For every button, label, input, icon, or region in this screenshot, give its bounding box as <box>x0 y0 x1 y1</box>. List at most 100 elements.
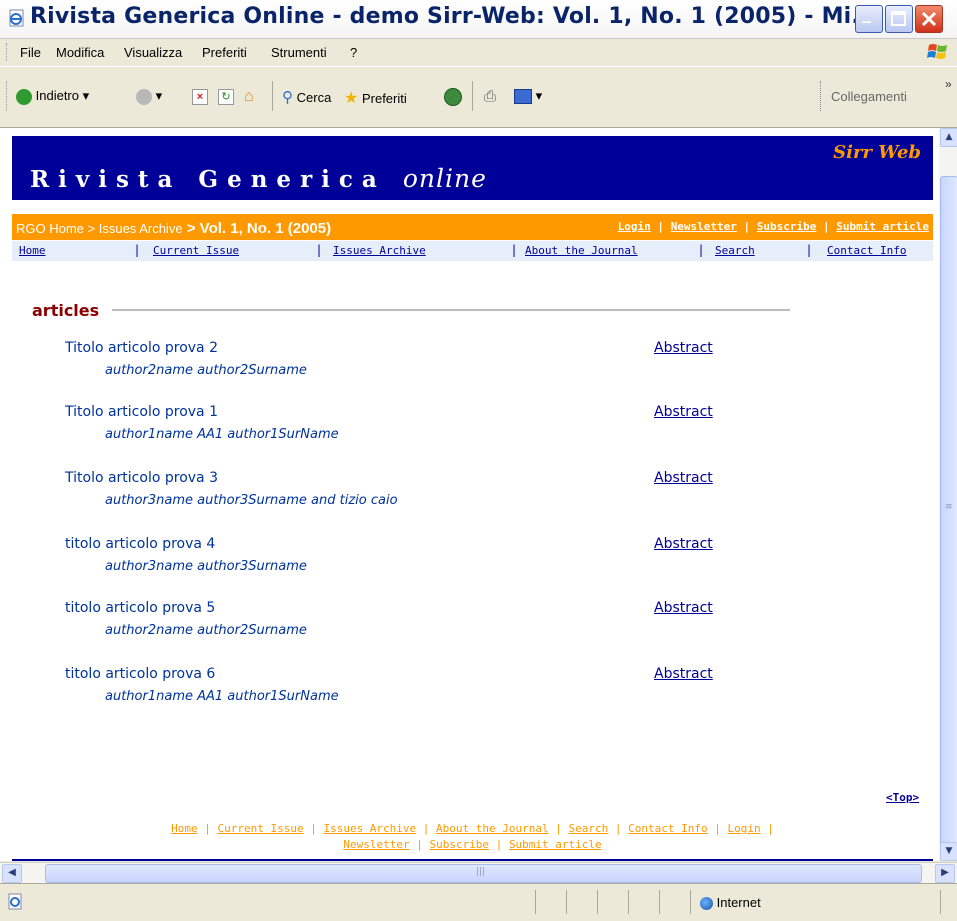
star-icon: ★ <box>344 90 359 107</box>
toolbar-separator <box>272 81 273 111</box>
close-icon <box>921 11 937 27</box>
footer-subscribe[interactable]: Subscribe <box>429 838 489 851</box>
page-status-icon <box>8 893 22 910</box>
browser-toolbar: Indietro ▾ ▾ × ↻ ⌂ ⚲ Cerca ★ Preferiti ⎙… <box>0 67 957 128</box>
print-button[interactable]: ⎙ <box>484 88 496 105</box>
close-button[interactable] <box>915 5 943 33</box>
history-button[interactable] <box>444 88 462 106</box>
footer-about[interactable]: About the Journal <box>436 822 549 835</box>
nav-divider: | <box>317 243 322 257</box>
status-cell <box>659 890 660 914</box>
scroll-right-button[interactable]: ▶ <box>935 864 955 883</box>
menu-strumenti[interactable]: Strumenti <box>271 45 327 60</box>
status-cell <box>597 890 598 914</box>
nav-about[interactable]: About the Journal <box>525 244 638 257</box>
scroll-up-button[interactable]: ▲ <box>940 128 957 147</box>
breadcrumb-bar: RGO Home > Issues Archive > Vol. 1, No. … <box>12 214 933 240</box>
article-authors: author2name author2Surname <box>105 363 307 378</box>
footer-login[interactable]: Login <box>728 822 761 835</box>
site-tagline: Sirr Web <box>833 142 921 163</box>
menu-modifica[interactable]: Modifica <box>56 45 104 60</box>
article-authors: author2name author2Surname <box>105 623 307 638</box>
vertical-scroll-thumb[interactable]: ≡ <box>940 176 957 846</box>
edit-button[interactable]: ▾ <box>514 88 542 105</box>
minimize-icon: _ <box>862 3 871 24</box>
breadcrumb-home[interactable]: RGO Home <box>16 221 84 236</box>
article-title: titolo articolo prova 5 <box>65 600 216 616</box>
abstract-link[interactable]: Abstract <box>654 404 713 420</box>
links-toolbar[interactable]: Collegamenti » <box>820 77 957 111</box>
nav-divider: | <box>135 243 140 257</box>
scroll-down-button[interactable]: ▼ <box>940 842 957 861</box>
site-brand-text: Rivista Generica <box>30 166 386 193</box>
abstract-link[interactable]: Abstract <box>654 536 713 552</box>
nav-contact[interactable]: Contact Info <box>827 244 906 257</box>
grip-icon: ||| <box>476 867 486 877</box>
newsletter-link[interactable]: Newsletter <box>671 220 737 233</box>
article-title: Titolo articolo prova 1 <box>65 404 218 420</box>
footer-home[interactable]: Home <box>171 822 198 835</box>
footer-current-issue[interactable]: Current Issue <box>217 822 303 835</box>
nav-current-issue[interactable]: Current Issue <box>153 244 239 257</box>
scroll-left-button[interactable]: ◀ <box>2 864 22 883</box>
minimize-button[interactable]: _ <box>855 3 883 33</box>
account-actions: Login | Newsletter | Subscribe | Submit … <box>617 220 929 233</box>
search-icon: ⚲ <box>282 89 293 106</box>
home-icon: ⌂ <box>244 88 254 105</box>
chevron-down-icon: ▼ <box>945 846 953 856</box>
stop-button[interactable]: × <box>192 88 208 105</box>
footer-search[interactable]: Search <box>569 822 609 835</box>
horizontal-scroll-thumb[interactable]: ||| <box>45 864 922 883</box>
forward-button[interactable]: ▾ <box>136 88 162 105</box>
menu-visualizza[interactable]: Visualizza <box>124 45 182 60</box>
article-title: titolo articolo prova 6 <box>65 666 216 682</box>
abstract-link[interactable]: Abstract <box>654 666 713 682</box>
home-button[interactable]: ⌂ <box>244 88 254 106</box>
nav-home[interactable]: Home <box>19 244 46 257</box>
refresh-icon: ↻ <box>218 89 234 105</box>
back-button[interactable]: Indietro ▾ <box>16 88 89 105</box>
nav-issues-archive[interactable]: Issues Archive <box>333 244 426 257</box>
main-nav: Home | Current Issue | Issues Archive | … <box>12 241 933 261</box>
footer-submit-article[interactable]: Submit article <box>509 838 602 851</box>
abstract-link[interactable]: Abstract <box>654 340 713 356</box>
footer-newsletter[interactable]: Newsletter <box>343 838 409 851</box>
site-brand-online: online <box>402 164 487 193</box>
site-brand: Rivista Generica online <box>30 164 487 193</box>
footer-line: Newsletter | Subscribe | Submit article <box>343 838 602 851</box>
footer-contact[interactable]: Contact Info <box>628 822 707 835</box>
grip-icon: ≡ <box>945 502 953 512</box>
menu-help[interactable]: ? <box>350 45 357 60</box>
vertical-scrollbar[interactable]: ▲ ≡ ▼ <box>939 128 957 861</box>
breadcrumb-archive[interactable]: Issues Archive <box>99 221 183 236</box>
favorites-button[interactable]: ★ Preferiti <box>344 88 407 108</box>
links-label: Collegamenti <box>831 89 907 104</box>
article-authors: author3name author3Surname <box>105 559 307 574</box>
abstract-link[interactable]: Abstract <box>654 600 713 616</box>
status-cell <box>535 890 536 914</box>
maximize-button[interactable] <box>885 5 913 33</box>
refresh-button[interactable]: ↻ <box>218 88 234 105</box>
subscribe-link[interactable]: Subscribe <box>757 220 817 233</box>
article-title: Titolo articolo prova 3 <box>65 470 218 486</box>
login-link[interactable]: Login <box>618 220 651 233</box>
page-viewport: Rivista Generica online Sirr Web RGO Hom… <box>0 128 957 861</box>
breadcrumb-current: Vol. 1, No. 1 (2005) <box>199 220 332 237</box>
toolbar-separator <box>472 81 473 111</box>
search-button[interactable]: ⚲ Cerca <box>282 88 331 106</box>
submit-article-link[interactable]: Submit article <box>836 220 929 233</box>
footer-issues-archive[interactable]: Issues Archive <box>323 822 416 835</box>
horizontal-scrollbar[interactable]: ◀ ||| ▶ <box>0 862 957 883</box>
menu-file[interactable]: File <box>20 45 41 60</box>
maximize-icon <box>891 11 906 26</box>
abstract-link[interactable]: Abstract <box>654 470 713 486</box>
chevron-left-icon: ◀ <box>8 867 16 878</box>
back-to-top-link[interactable]: <Top> <box>886 791 919 804</box>
breadcrumb: RGO Home > Issues Archive > Vol. 1, No. … <box>16 220 331 237</box>
menu-grip <box>6 43 10 61</box>
edit-icon <box>514 89 532 105</box>
chevron-more-icon: » <box>945 77 952 91</box>
menu-preferiti[interactable]: Preferiti <box>202 45 247 60</box>
globe-icon <box>700 897 713 911</box>
nav-search[interactable]: Search <box>715 244 755 257</box>
